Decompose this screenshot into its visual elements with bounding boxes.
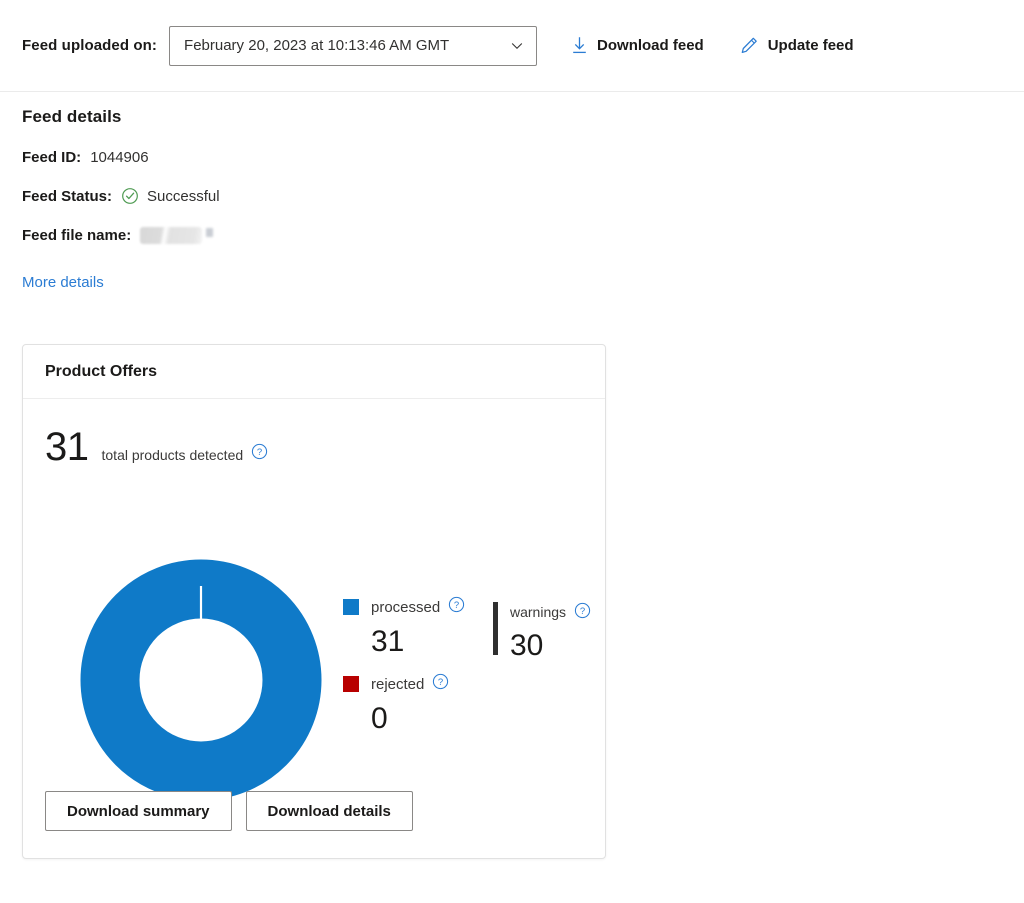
total-products-help-icon[interactable]: ? [251,443,268,465]
feed-file-name-redacted-value [140,226,203,244]
legend-swatch-processed [343,599,359,615]
pencil-edit-icon [741,37,757,54]
svg-text:?: ? [438,677,443,688]
product-offers-donut-chart [80,559,322,801]
download-feed-label: Download feed [597,37,704,54]
feed-date-value: February 20, 2023 at 10:13:46 AM GMT [184,37,450,54]
update-feed-label: Update feed [767,37,854,54]
update-feed-button[interactable]: Update feed [738,32,856,59]
warnings-stat: warnings ? 30 [493,602,591,661]
product-offers-title: Product Offers [45,362,158,380]
legend-swatch-rejected [343,676,359,692]
svg-text:?: ? [257,447,262,458]
legend-item-processed: processed ? 31 [343,596,493,657]
feed-file-name-label: Feed file name: [22,226,132,244]
product-offers-card: Product Offers 31 total products detecte… [22,344,606,859]
check-circle-icon [122,188,138,204]
warnings-value: 30 [510,629,544,662]
total-products-row: 31 total products detected ? [23,399,605,467]
download-details-button[interactable]: Download details [245,791,413,831]
warnings-help-icon[interactable]: ? [574,602,591,622]
feed-id-label: Feed ID: [22,148,82,166]
feed-file-name-row: Feed file name: [22,225,582,245]
warnings-divider-bar [493,602,498,655]
feed-details-section: Feed details Feed ID: 1044906 Feed Statu… [22,107,582,292]
chart-legend: processed ? 31 rejected ? 0 [343,596,493,750]
feed-status-row: Feed Status: Successful [22,186,582,206]
feed-status-value: Successful [147,187,220,205]
processed-help-icon[interactable]: ? [448,596,465,618]
svg-text:?: ? [454,600,459,611]
card-actions: Download summary Download details [45,791,413,831]
legend-value-processed: 31 [371,625,405,658]
feed-details-heading: Feed details [22,107,122,126]
feed-uploaded-on-label: Feed uploaded on: [22,37,158,54]
product-offers-card-body: 31 total products detected ? processed ?… [23,399,605,859]
legend-label-processed: processed [371,598,441,616]
feed-id-row: Feed ID: 1044906 [22,147,582,167]
total-products-value: 31 [45,425,89,469]
feed-toolbar: Feed uploaded on: February 20, 2023 at 1… [0,0,1024,92]
total-products-label: total products detected [101,447,244,463]
legend-item-rejected: rejected ? 0 [343,673,493,734]
warnings-label: warnings [510,604,567,620]
svg-text:?: ? [580,606,585,617]
legend-value-rejected: 0 [371,702,388,735]
rejected-help-icon[interactable]: ? [432,673,449,695]
download-summary-button[interactable]: Download summary [45,791,232,831]
feed-status-label: Feed Status: [22,187,113,205]
chevron-down-icon [511,42,523,49]
download-arrow-icon [573,37,586,54]
legend-label-rejected: rejected [371,675,425,693]
download-feed-button[interactable]: Download feed [569,32,706,59]
feed-date-dropdown[interactable]: February 20, 2023 at 10:13:46 AM GMT [169,25,538,66]
feed-id-value: 1044906 [90,148,149,166]
more-details-link[interactable]: More details [22,274,104,291]
product-offers-card-header: Product Offers [23,345,605,399]
